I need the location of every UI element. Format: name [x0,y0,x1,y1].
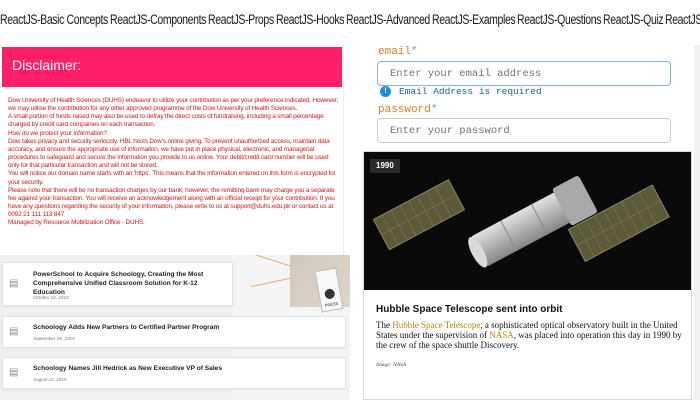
nav-link[interactable]: ReactJS-Examples [432,12,516,27]
scrollbar[interactable] [694,45,700,400]
email-required-text: Email Address is required [399,85,542,97]
hubble-image: 1990 [364,152,691,290]
disclaimer-paragraph: Dow University of Health Sciences (DUHS)… [8,97,338,113]
nav-link[interactable]: ReactJS-Hooks [276,12,344,27]
news-item[interactable]: ▤ PowerSchool to Acquire Schoology, Crea… [2,262,233,306]
document-icon: ▤ [9,278,19,289]
disclaimer-paragraph: Dow takes privacy and security seriously… [8,137,330,170]
email-required-message: ! Email Address is required [380,85,542,97]
news-title[interactable]: Schoology Names Jill Hedrick as New Exec… [33,364,222,373]
news-date: August 12, 2019 [33,377,67,382]
top-nav: ReactJS-Basic Concepts ReactJS-Components… [0,0,700,40]
disclaimer-paragraph: A small portion of funds raised may also… [8,113,324,129]
hubble-telescope-illustration [364,152,691,290]
nav-link[interactable]: ReactJS-Basic Concepts [0,12,108,27]
hubble-title[interactable]: Hubble Space Telescope sent into orbit [376,304,563,315]
news-date: September 05, 2019 [33,336,75,341]
disclaimer-paragraph: Please note that there will be no transa… [8,186,335,219]
tag-knob [323,288,336,300]
email-label: email* [378,46,418,58]
disclaimer-card: Disclaimer: Dow University of Health Sci… [0,45,344,257]
email-input[interactable] [377,61,671,86]
password-label-text: password [378,104,431,116]
document-icon: ▤ [9,326,19,337]
email-label-text: email [378,46,412,58]
news-section: PRESS ▤ PowerSchool to Acquire Schoology… [0,255,350,400]
disclaimer-paragraph: How do we protect your information? [8,129,107,137]
disclaimer-heading: Disclaimer: [2,47,342,87]
image-credit: Image: NASA [376,362,407,368]
password-label: password* [378,104,437,116]
document-icon: ▤ [9,367,19,378]
nav-link[interactable]: ReactJS-Components [110,12,206,27]
year-badge: 1990 [370,159,400,173]
hubble-link[interactable]: Hubble Space Telescope [392,320,480,330]
nasa-link[interactable]: NASA [489,330,514,340]
required-star: * [430,104,438,116]
disclaimer-body: Dow University of Health Sciences (DUHS)… [8,97,338,253]
disclaimer-paragraph: You will notice our domain name starts w… [8,170,336,186]
news-date: October 24, 2019 [33,295,69,300]
info-icon: ! [380,85,391,97]
news-item[interactable]: ▤ Schoology Names Jill Hedrick as New Ex… [2,357,346,389]
nav-link[interactable]: ReactJS-Tutorial [665,12,700,27]
news-item[interactable]: ▤ Schoology Adds New Partners to Certifi… [2,316,346,348]
nav-link[interactable]: ReactJS-Quiz [603,12,664,27]
nav-link[interactable]: ReactJS-Advanced [346,12,430,27]
required-star: * [411,46,418,58]
nav-link[interactable]: ReactJS-Questions [517,12,601,27]
disclaimer-paragraph: Managed by Resource Mobilization Office … [8,219,145,227]
press-tag-text: PRESS [324,300,339,308]
password-input[interactable] [377,118,671,143]
news-title[interactable]: PowerSchool to Acquire Schoology, Creati… [33,270,228,297]
nav-link[interactable]: ReactJS-Props [208,12,274,27]
desc-text: The [376,320,393,330]
hubble-card: 1990 Hubble Space Telescope sent into or… [363,151,692,400]
news-title[interactable]: Schoology Adds New Partners to Certified… [33,323,219,332]
hubble-description: The Hubble Space Telescope, a sophistica… [376,320,686,351]
